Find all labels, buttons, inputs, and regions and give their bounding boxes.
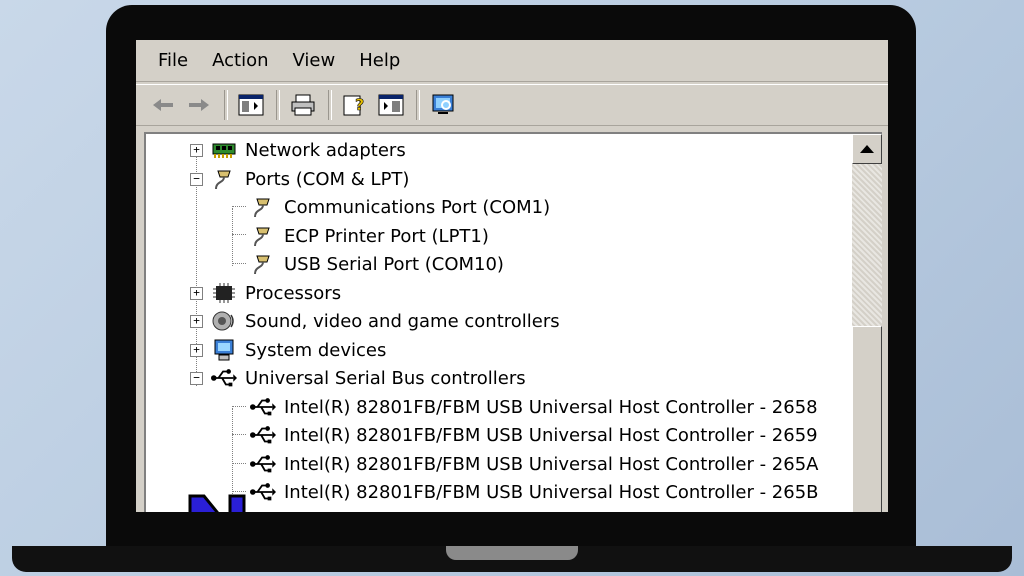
tree-node-label: Universal Serial Bus controllers bbox=[245, 367, 526, 389]
device-tree: + Network adapters − Ports (COM & LPT) C… bbox=[144, 132, 882, 512]
menu-bar: File Action View Help bbox=[136, 40, 888, 82]
scroll-thumb[interactable] bbox=[852, 326, 882, 512]
tree-node-usb-controllers[interactable]: − Universal Serial Bus controllers bbox=[190, 364, 526, 392]
tree-connector bbox=[232, 234, 246, 235]
vertical-scrollbar[interactable] bbox=[852, 134, 882, 512]
menu-action[interactable]: Action bbox=[200, 50, 280, 71]
tree-node-usb-2659[interactable]: Intel(R) 82801FB/FBM USB Universal Host … bbox=[250, 421, 818, 449]
scan-hardware-icon[interactable] bbox=[428, 90, 458, 120]
menu-view[interactable]: View bbox=[281, 50, 348, 71]
port-icon bbox=[250, 195, 276, 219]
tree-node-lpt1[interactable]: ECP Printer Port (LPT1) bbox=[250, 222, 489, 250]
collapse-button[interactable]: − bbox=[190, 172, 203, 186]
scroll-up-button[interactable] bbox=[852, 134, 882, 164]
tree-node-com10[interactable]: USB Serial Port (COM10) bbox=[250, 250, 504, 278]
toolbar-separator bbox=[224, 90, 228, 120]
properties-icon[interactable] bbox=[376, 90, 406, 120]
tree-connector bbox=[232, 263, 246, 264]
tree-node-label: System devices bbox=[245, 339, 387, 361]
tree-node-usb-2658[interactable]: Intel(R) 82801FB/FBM USB Universal Host … bbox=[250, 393, 818, 421]
expand-button[interactable]: + bbox=[190, 143, 203, 157]
tree-node-label: Network adapters bbox=[245, 139, 406, 161]
svg-text:?: ? bbox=[355, 95, 364, 114]
menu-file[interactable]: File bbox=[146, 50, 200, 71]
usb-icon bbox=[250, 480, 276, 504]
show-hide-tree-icon[interactable] bbox=[236, 90, 266, 120]
tree-connector bbox=[232, 208, 233, 266]
tree-node-label: USB Serial Port (COM10) bbox=[284, 253, 504, 275]
port-icon bbox=[250, 224, 276, 248]
port-icon bbox=[250, 252, 276, 276]
speaker-icon bbox=[211, 309, 237, 333]
tree-connector bbox=[232, 463, 246, 464]
tree-node-ports[interactable]: − Ports (COM & LPT) bbox=[190, 165, 409, 193]
back-arrow-icon[interactable] bbox=[148, 90, 178, 120]
laptop-notch bbox=[446, 546, 578, 560]
tree-node-label: Intel(R) 82801FB/FBM USB Universal Host … bbox=[284, 481, 819, 503]
tree-node-usb-265b[interactable]: Intel(R) 82801FB/FBM USB Universal Host … bbox=[250, 478, 819, 506]
tree-node-label: Intel(R) 82801FB/FBM USB Universal Host … bbox=[284, 424, 818, 446]
device-manager-window: File Action View Help ? + Network adapte… bbox=[136, 40, 888, 512]
toolbar-separator bbox=[276, 90, 280, 120]
expand-button[interactable]: + bbox=[190, 314, 203, 328]
expand-button[interactable]: + bbox=[190, 286, 203, 300]
network-adapter-icon bbox=[211, 138, 237, 162]
tree-node-label: Ports (COM & LPT) bbox=[245, 168, 410, 190]
toolbar-separator bbox=[416, 90, 420, 120]
usb-icon bbox=[250, 395, 276, 419]
toolbar: ? bbox=[136, 84, 888, 126]
tree-node-label: Intel(R) 82801FB/FBM USB Universal Host … bbox=[284, 453, 819, 475]
tree-node-network-adapters[interactable]: + Network adapters bbox=[190, 136, 406, 164]
usb-icon bbox=[211, 366, 237, 390]
tree-connector bbox=[232, 434, 246, 435]
tree-node-label: Intel(R) 82801FB/FBM USB Universal Host … bbox=[284, 396, 818, 418]
processor-icon bbox=[211, 281, 237, 305]
help-icon[interactable]: ? bbox=[340, 90, 370, 120]
port-icon bbox=[211, 167, 237, 191]
tree-node-label: Sound, video and game controllers bbox=[245, 310, 560, 332]
tree-node-label: Processors bbox=[245, 282, 342, 304]
tree-node-sound[interactable]: + Sound, video and game controllers bbox=[190, 307, 560, 335]
system-device-icon bbox=[211, 338, 237, 362]
tree-node-label: ECP Printer Port (LPT1) bbox=[284, 225, 489, 247]
usb-icon bbox=[250, 452, 276, 476]
expand-button[interactable]: + bbox=[190, 343, 203, 357]
tree-node-usb-265a[interactable]: Intel(R) 82801FB/FBM USB Universal Host … bbox=[250, 450, 818, 478]
tree-node-com1[interactable]: Communications Port (COM1) bbox=[250, 193, 550, 221]
usb-icon bbox=[250, 423, 276, 447]
toolbar-separator bbox=[328, 90, 332, 120]
tree-connector bbox=[232, 206, 246, 207]
menu-help[interactable]: Help bbox=[347, 50, 412, 71]
tree-node-label: Communications Port (COM1) bbox=[284, 196, 551, 218]
tree-node-system-devices[interactable]: + System devices bbox=[190, 336, 386, 364]
tree-node-processors[interactable]: + Processors bbox=[190, 279, 341, 307]
print-icon[interactable] bbox=[288, 90, 318, 120]
tree-connector bbox=[232, 406, 246, 407]
collapse-button[interactable]: − bbox=[190, 371, 203, 385]
brand-logo-n bbox=[188, 494, 246, 512]
forward-arrow-icon[interactable] bbox=[184, 90, 214, 120]
